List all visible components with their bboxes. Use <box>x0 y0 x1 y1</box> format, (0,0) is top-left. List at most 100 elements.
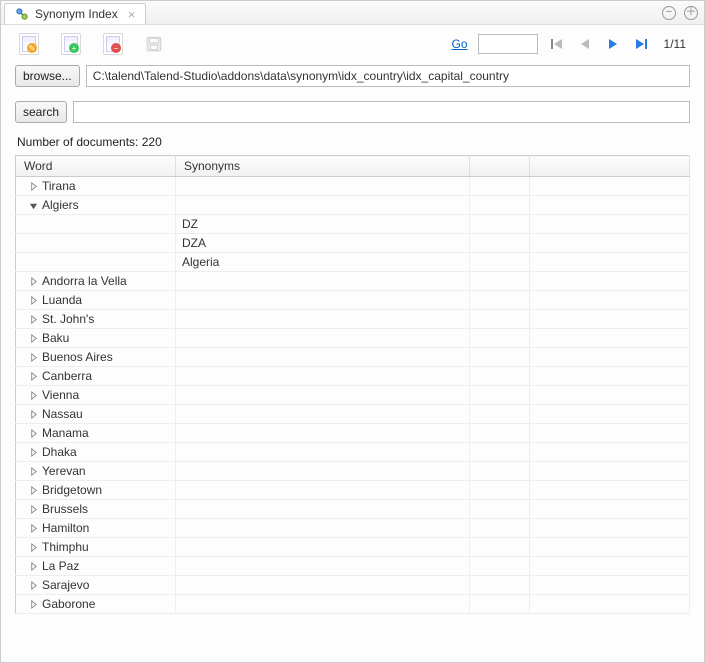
word-cell: Thimphu <box>42 540 89 554</box>
word-cell: Nassau <box>42 407 83 421</box>
go-prev-button[interactable] <box>576 35 594 53</box>
delete-document-button[interactable]: − <box>103 33 123 55</box>
col-synonyms[interactable]: Synonyms <box>176 156 470 177</box>
chevron-right-icon[interactable] <box>28 276 38 286</box>
chevron-right-icon[interactable] <box>28 523 38 533</box>
chevron-right-icon[interactable] <box>28 352 38 362</box>
go-last-button[interactable] <box>632 35 650 53</box>
maximize-icon[interactable]: ＋ <box>684 6 698 20</box>
table-row[interactable]: Andorra la Vella <box>16 272 690 291</box>
word-cell: Andorra la Vella <box>42 274 127 288</box>
go-input[interactable] <box>478 34 538 54</box>
chevron-right-icon[interactable] <box>28 371 38 381</box>
chevron-right-icon[interactable] <box>28 314 38 324</box>
browse-button[interactable]: browse... <box>15 65 80 87</box>
word-cell: Sarajevo <box>42 578 89 592</box>
tab-title: Synonym Index <box>35 7 118 21</box>
chevron-right-icon[interactable] <box>28 333 38 343</box>
table-row[interactable]: Manama <box>16 424 690 443</box>
table-row[interactable]: Luanda <box>16 291 690 310</box>
word-cell: Buenos Aires <box>42 350 113 364</box>
chevron-down-icon[interactable] <box>28 200 38 210</box>
col-word[interactable]: Word <box>16 156 176 177</box>
index-icon <box>15 7 29 21</box>
chevron-right-icon[interactable] <box>28 428 38 438</box>
word-cell: Tirana <box>42 179 76 193</box>
synonym-cell: DZA <box>182 236 206 250</box>
document-count: Number of documents: 220 <box>1 127 704 155</box>
word-cell: Dhaka <box>42 445 77 459</box>
go-first-button[interactable] <box>548 35 566 53</box>
word-cell: Yerevan <box>42 464 86 478</box>
word-cell: La Paz <box>42 559 79 573</box>
search-input[interactable] <box>73 101 690 123</box>
table-row[interactable]: Thimphu <box>16 538 690 557</box>
table-row[interactable]: La Paz <box>16 557 690 576</box>
chevron-right-icon[interactable] <box>28 295 38 305</box>
save-button[interactable] <box>145 35 163 53</box>
chevron-right-icon[interactable] <box>28 485 38 495</box>
chevron-right-icon[interactable] <box>28 580 38 590</box>
word-cell: Bridgetown <box>42 483 102 497</box>
table-row[interactable]: DZA <box>16 234 690 253</box>
page-indicator: 1/11 <box>660 37 690 51</box>
chevron-right-icon[interactable] <box>28 390 38 400</box>
table-row[interactable]: DZ <box>16 215 690 234</box>
table-container: Word Synonyms Tirana Algiers DZ DZA Algeria A… <box>1 155 704 662</box>
table-row[interactable]: Bridgetown <box>16 481 690 500</box>
search-row: search <box>1 97 704 127</box>
table-row[interactable]: St. John's <box>16 310 690 329</box>
table-row[interactable]: Baku <box>16 329 690 348</box>
word-cell: Baku <box>42 331 69 345</box>
tab-close-icon[interactable]: × <box>128 8 136 21</box>
minimize-icon[interactable]: − <box>662 6 676 20</box>
table-row[interactable]: Vienna <box>16 386 690 405</box>
word-cell: Hamilton <box>42 521 89 535</box>
table-row[interactable]: Nassau <box>16 405 690 424</box>
table-row[interactable]: Dhaka <box>16 443 690 462</box>
table-row[interactable]: Buenos Aires <box>16 348 690 367</box>
go-link[interactable]: Go <box>452 37 468 51</box>
table-row[interactable]: Tirana <box>16 177 690 196</box>
synonym-cell: Algeria <box>182 255 219 269</box>
search-button[interactable]: search <box>15 101 67 123</box>
chevron-right-icon[interactable] <box>28 466 38 476</box>
word-cell: Manama <box>42 426 89 440</box>
tab-synonym-index[interactable]: Synonym Index × <box>4 3 146 24</box>
synonym-cell: DZ <box>182 217 198 231</box>
chevron-right-icon[interactable] <box>28 447 38 457</box>
table-row[interactable]: Algiers <box>16 196 690 215</box>
table-row[interactable]: Yerevan <box>16 462 690 481</box>
document-count-value: 220 <box>142 135 162 149</box>
word-cell: Algiers <box>42 198 79 212</box>
chevron-right-icon[interactable] <box>28 599 38 609</box>
table-row[interactable]: Sarajevo <box>16 576 690 595</box>
toolbar: ✎ + − Go <box>1 25 704 61</box>
tab-bar: Synonym Index × − ＋ <box>1 1 704 25</box>
path-input[interactable] <box>86 65 690 87</box>
table-row[interactable]: Canberra <box>16 367 690 386</box>
chevron-right-icon[interactable] <box>28 181 38 191</box>
toolbar-left: ✎ + − <box>19 33 163 55</box>
add-document-button[interactable]: + <box>61 33 81 55</box>
table-row[interactable]: Algeria <box>16 253 690 272</box>
col-extra-1[interactable] <box>470 156 530 177</box>
word-cell: Canberra <box>42 369 92 383</box>
edit-document-button[interactable]: ✎ <box>19 33 39 55</box>
word-cell: Luanda <box>42 293 82 307</box>
chevron-right-icon[interactable] <box>28 504 38 514</box>
col-extra-2[interactable] <box>530 156 690 177</box>
browse-row: browse... <box>1 61 704 91</box>
synonym-table[interactable]: Word Synonyms Tirana Algiers DZ DZA Algeria A… <box>15 155 690 614</box>
go-next-button[interactable] <box>604 35 622 53</box>
word-cell: Vienna <box>42 388 79 402</box>
word-cell: Brussels <box>42 502 88 516</box>
table-row[interactable]: Hamilton <box>16 519 690 538</box>
chevron-right-icon[interactable] <box>28 542 38 552</box>
chevron-right-icon[interactable] <box>28 409 38 419</box>
table-row[interactable]: Gaborone <box>16 595 690 614</box>
table-row[interactable]: Brussels <box>16 500 690 519</box>
word-cell: St. John's <box>42 312 94 326</box>
chevron-right-icon[interactable] <box>28 561 38 571</box>
word-cell: Gaborone <box>42 597 95 611</box>
